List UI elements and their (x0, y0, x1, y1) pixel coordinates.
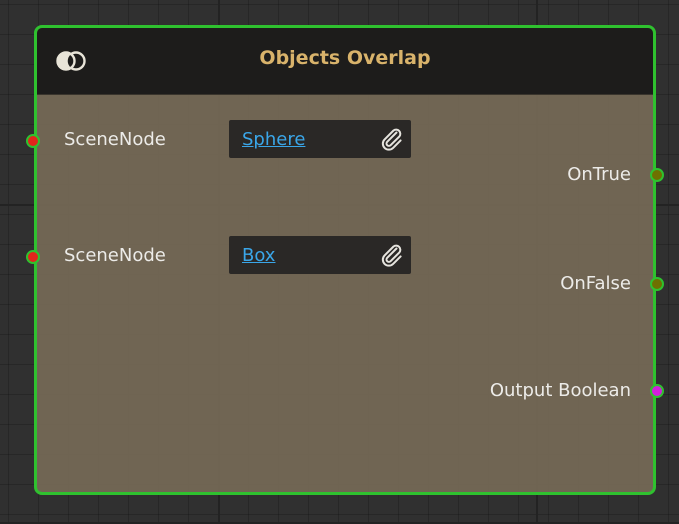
paperclip-icon[interactable] (379, 242, 405, 268)
input-port-scenenode-1[interactable] (26, 134, 40, 148)
output-label-ontrue: OnTrue (567, 164, 631, 185)
scene-node-link-1[interactable]: Sphere (242, 129, 305, 150)
output-label-onfalse: OnFalse (560, 273, 631, 294)
output-port-ontrue[interactable] (650, 168, 664, 182)
paperclip-icon[interactable] (379, 126, 405, 152)
output-port-output-boolean[interactable] (650, 384, 664, 398)
input-label-scenenode-2: SceneNode (64, 245, 166, 266)
input-label-scenenode-1: SceneNode (64, 129, 166, 150)
scene-node-link-2[interactable]: Box (242, 245, 275, 266)
input-port-scenenode-2[interactable] (26, 250, 40, 264)
output-label-output-boolean: Output Boolean (489, 380, 631, 401)
node-header[interactable]: Objects Overlap (37, 28, 653, 95)
scene-node-field-1[interactable]: Sphere (229, 120, 411, 158)
scene-node-field-2[interactable]: Box (229, 236, 411, 274)
node-title: Objects Overlap (259, 47, 431, 69)
output-port-onfalse[interactable] (650, 277, 664, 291)
graph-canvas[interactable]: Objects Overlap SceneNode Sphere SceneNo… (0, 0, 679, 524)
